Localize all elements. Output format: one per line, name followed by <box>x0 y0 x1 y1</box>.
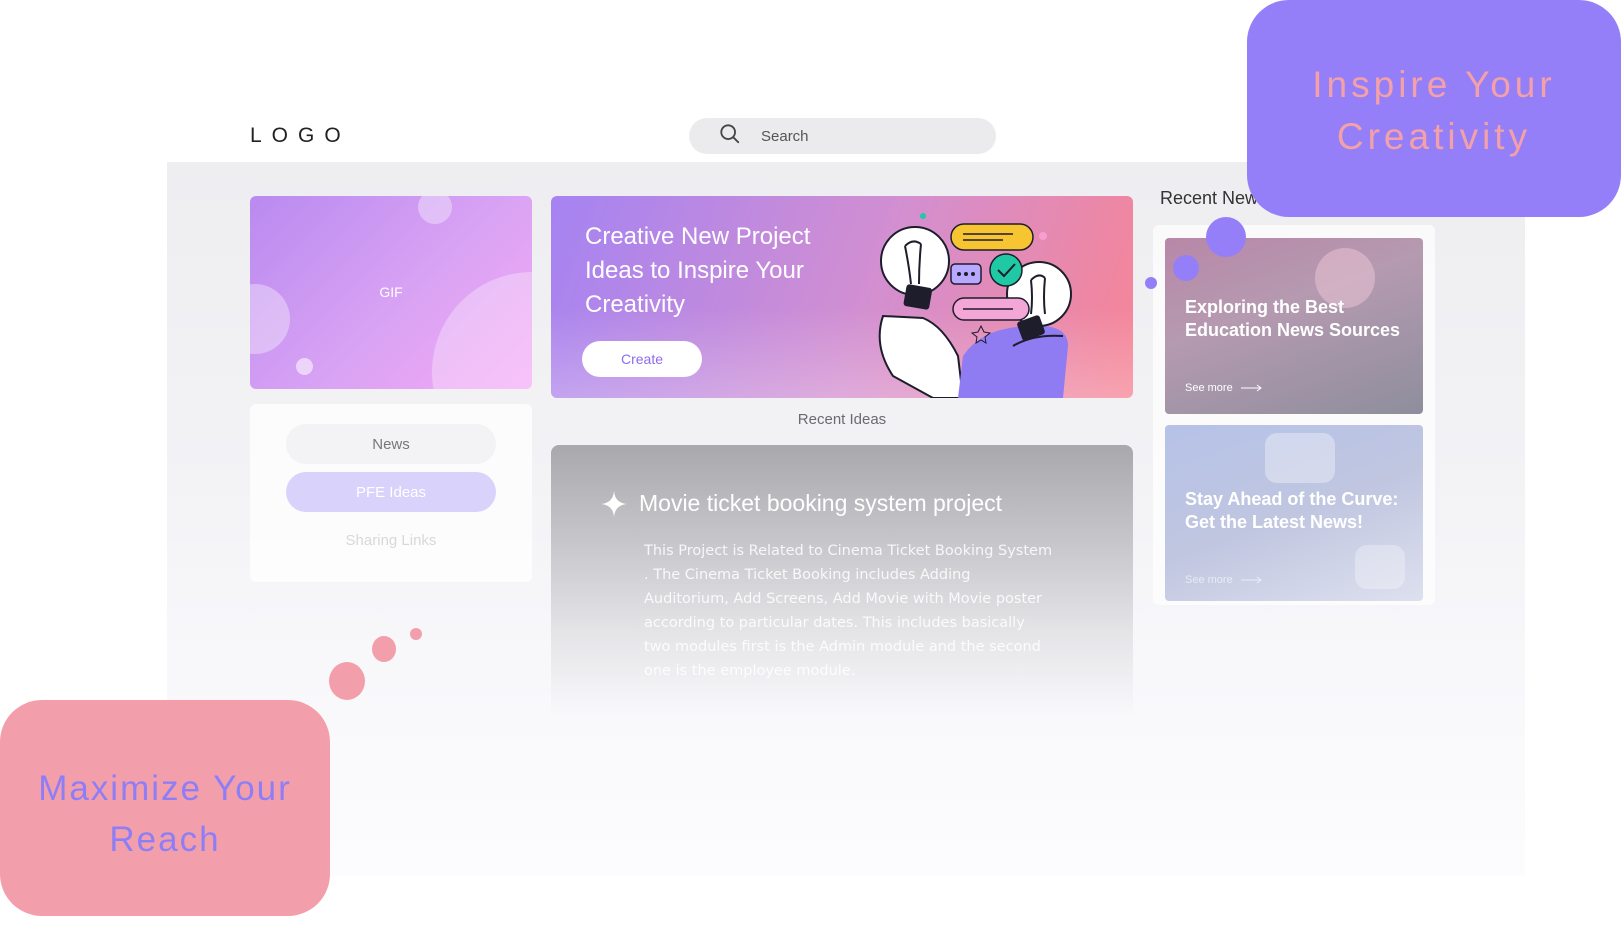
see-more-label: See more <box>1185 574 1233 586</box>
decor-bubble <box>418 196 452 224</box>
logo[interactable]: LOGO <box>250 124 351 148</box>
promo-callout-top: Inspire Your Creativity <box>1247 0 1621 217</box>
arrow-right-icon <box>1240 384 1262 392</box>
idea-card[interactable]: Movie ticket booking system project This… <box>551 445 1133 715</box>
create-button[interactable]: Create <box>582 341 702 377</box>
decor-dot <box>329 662 365 700</box>
hero-title: Creative New Project Ideas to Inspire Yo… <box>585 223 811 318</box>
gif-label: GIF <box>379 284 403 300</box>
idea-title: Movie ticket booking system project <box>639 490 1003 516</box>
decor-dot <box>1145 277 1157 289</box>
hero-banner: Creative New Project Ideas to Inspire Yo… <box>551 196 1133 398</box>
decor-dot <box>1173 255 1199 281</box>
keypad-decor <box>1355 545 1405 589</box>
side-nav: News PFE Ideas Sharing Links <box>250 404 532 582</box>
search-input[interactable]: Search <box>761 128 809 145</box>
search-bar[interactable]: Search <box>689 118 996 154</box>
news-card[interactable]: Exploring the Best Education News Source… <box>1165 238 1423 414</box>
see-more-label: See more <box>1185 382 1233 394</box>
promo-text: Maximize Your Reach <box>38 769 292 859</box>
decor-dot <box>372 636 396 662</box>
sparkle-icon <box>601 491 627 517</box>
news-title: Exploring the Best Education News Source… <box>1185 297 1401 340</box>
nav-item-news[interactable]: News <box>286 424 496 464</box>
lightbulb-illustration <box>878 213 1072 398</box>
arrow-right-icon <box>1240 576 1262 584</box>
promo-text: Inspire Your Creativity <box>1312 64 1556 157</box>
nav-item-pfe-ideas[interactable]: PFE Ideas <box>286 472 496 512</box>
news-title: Stay Ahead of the Curve: Get the Latest … <box>1185 489 1399 532</box>
decor-bubble <box>296 358 313 375</box>
idea-description: This Project is Related to Cinema Ticket… <box>644 543 1053 679</box>
news-card[interactable]: Stay Ahead of the Curve: Get the Latest … <box>1165 425 1423 601</box>
promo-callout-bottom: Maximize Your Reach <box>0 700 330 916</box>
keypad-decor <box>1265 433 1335 483</box>
gif-card[interactable]: GIF <box>250 196 532 389</box>
see-more-link[interactable]: See more <box>1185 574 1263 586</box>
decor-dot <box>410 628 422 640</box>
nav-item-sharing-links[interactable]: Sharing Links <box>286 520 496 560</box>
see-more-link[interactable]: See more <box>1185 382 1263 394</box>
decor-dot <box>1206 217 1246 257</box>
search-icon <box>719 123 741 150</box>
recent-ideas-heading: Recent Ideas <box>797 411 887 428</box>
